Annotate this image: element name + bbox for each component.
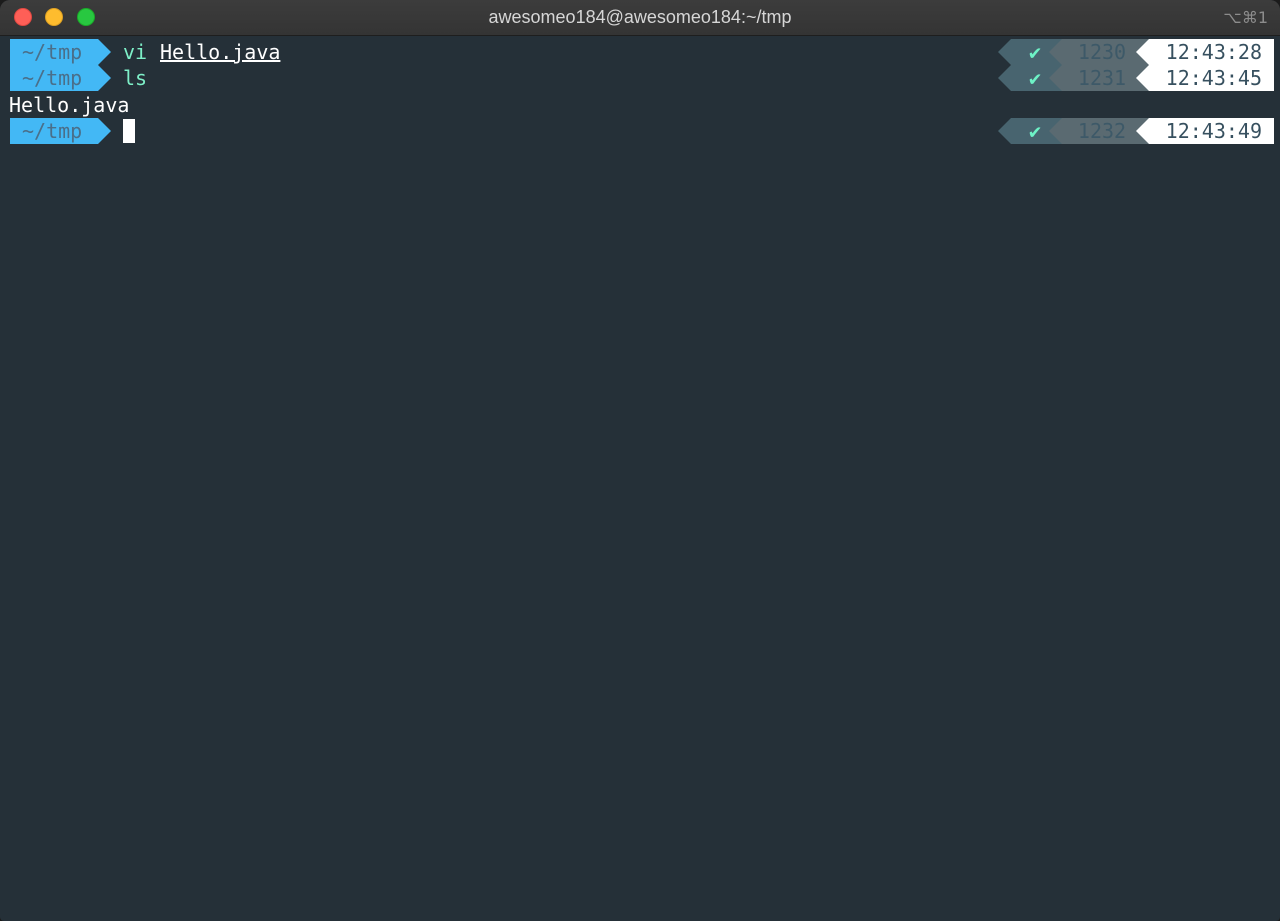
history-number: 1232 (1049, 118, 1149, 144)
prompt-line: ~/tmp ls ✔ 1231 12:43:45 (0, 65, 1280, 91)
terminal-content[interactable]: ~/tmp vi Hello.java ✔ 1230 12:43:28 ~/tm… (0, 36, 1280, 921)
title-bar[interactable]: awesomeo184@awesomeo184:~/tmp ⌥⌘1 (0, 0, 1280, 36)
text-cursor[interactable] (123, 119, 135, 143)
prompt-dir-segment: ~/tmp (10, 65, 111, 91)
prompt-time: 12:43:49 (1136, 118, 1274, 144)
prompt-line: ~/tmp vi Hello.java ✔ 1230 12:43:28 (0, 39, 1280, 65)
tab-shortcut: ⌥⌘1 (1223, 8, 1268, 27)
prompt-line: ~/tmp ✔ 1232 12:43:49 (0, 118, 1280, 144)
history-number: 1230 (1049, 39, 1149, 65)
prompt-dir-segment: ~/tmp (10, 118, 111, 144)
command-argument: Hello.java (160, 40, 281, 64)
command-text: vi (123, 40, 148, 64)
terminal-window: awesomeo184@awesomeo184:~/tmp ⌥⌘1 ~/tmp … (0, 0, 1280, 921)
prompt-time: 12:43:45 (1136, 65, 1274, 91)
prompt-dir-segment: ~/tmp (10, 39, 111, 65)
history-number: 1231 (1049, 65, 1149, 91)
command-output: Hello.java (9, 93, 130, 117)
window-title: awesomeo184@awesomeo184:~/tmp (488, 7, 792, 27)
output-line: Hello.java (0, 92, 1280, 118)
command-text: ls (123, 66, 148, 90)
prompt-time: 12:43:28 (1136, 39, 1274, 65)
